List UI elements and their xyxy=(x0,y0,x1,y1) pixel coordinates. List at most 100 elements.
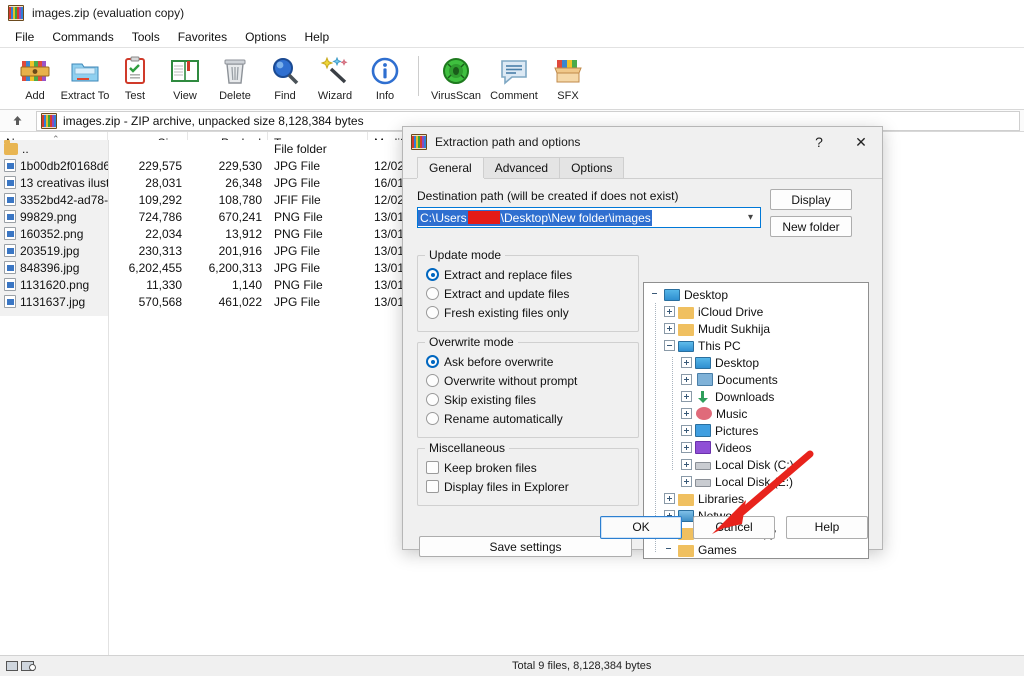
key-icon xyxy=(21,661,36,671)
tree-item-mudit-sukhija[interactable]: Mudit Sukhija xyxy=(648,320,868,337)
find-magnifier-icon xyxy=(269,55,301,87)
toolbar-button-delete[interactable]: Delete xyxy=(210,52,260,102)
toolbar-label-virusscan: VirusScan xyxy=(431,90,481,102)
destination-path-input[interactable]: C:\Users \Desktop\New folder\images ▾ xyxy=(417,207,761,228)
update-mode-title: Update mode xyxy=(425,248,506,262)
tree-item-label: Local Disk (E:) xyxy=(715,474,794,489)
expander-none-icon xyxy=(650,289,661,300)
menu-help[interactable]: Help xyxy=(295,28,338,46)
expander-plus-icon[interactable] xyxy=(664,306,675,317)
tree-item-local-disk-c[interactable]: Local Disk (C:) xyxy=(648,456,868,473)
close-icon[interactable]: ✕ xyxy=(840,127,882,157)
new-folder-button[interactable]: New folder xyxy=(770,216,852,237)
tree-item-music[interactable]: Music xyxy=(648,405,868,422)
cancel-button[interactable]: Cancel xyxy=(693,515,775,539)
tree-item-new-folder[interactable]: New folder xyxy=(648,558,868,559)
toolbar-button-test[interactable]: Test xyxy=(110,52,160,102)
toolbar-button-extract-to[interactable]: Extract To xyxy=(60,52,110,102)
tree-item-videos[interactable]: Videos xyxy=(648,439,868,456)
expander-plus-icon[interactable] xyxy=(681,391,692,402)
ok-button[interactable]: OK xyxy=(600,515,682,539)
menu-tools[interactable]: Tools xyxy=(123,28,169,46)
expander-plus-icon[interactable] xyxy=(681,408,692,419)
toolbar-button-wizard[interactable]: Wizard xyxy=(310,52,360,102)
tree-item-icloud-drive[interactable]: iCloud Drive xyxy=(648,303,868,320)
help-question-icon[interactable]: ? xyxy=(798,127,840,157)
toolbar: Add Extract To Test View Delete Find Wiz… xyxy=(0,48,1024,110)
disk-icon xyxy=(695,462,711,470)
destination-row: C:\Users \Desktop\New folder\images ▾ Di… xyxy=(417,189,868,237)
cell-name: 1131620.png xyxy=(20,277,90,292)
tree-item-label: Music xyxy=(716,406,748,421)
downloads-icon xyxy=(695,390,711,404)
expander-plus-icon[interactable] xyxy=(681,374,692,385)
expander-minus-icon[interactable] xyxy=(664,340,675,351)
toolbar-button-comment[interactable]: Comment xyxy=(485,52,543,102)
tree-item-downloads[interactable]: Downloads xyxy=(648,388,868,405)
toolbar-button-info[interactable]: Info xyxy=(360,52,410,102)
tree-item-documents[interactable]: Documents xyxy=(648,371,868,388)
expander-plus-icon[interactable] xyxy=(664,323,675,334)
menu-commands[interactable]: Commands xyxy=(43,28,122,46)
miscellaneous-title: Miscellaneous xyxy=(425,441,510,455)
toolbar-button-add[interactable]: Add xyxy=(10,52,60,102)
option-keep-broken-files[interactable]: Keep broken files xyxy=(426,459,630,476)
cell-type: PNG File xyxy=(274,209,323,224)
expander-plus-icon[interactable] xyxy=(681,425,692,436)
desktop-icon xyxy=(695,357,711,369)
dialog-footer: OK Cancel Help xyxy=(403,505,882,549)
chevron-down-icon[interactable]: ▾ xyxy=(748,212,753,223)
expander-plus-icon[interactable] xyxy=(664,493,675,504)
tree-item-pictures[interactable]: Pictures xyxy=(648,422,868,439)
toolbar-button-sfx[interactable]: SFX xyxy=(543,52,593,102)
toolbar-button-virusscan[interactable]: VirusScan xyxy=(427,52,485,102)
toolbar-button-view[interactable]: View xyxy=(160,52,210,102)
expander-plus-icon[interactable] xyxy=(681,459,692,470)
menu-file[interactable]: File xyxy=(6,28,43,46)
option-extract-and-replace-files[interactable]: Extract and replace files xyxy=(426,266,630,283)
cell-type: PNG File xyxy=(274,277,323,292)
cell-type: JPG File xyxy=(274,260,321,275)
toolbar-label-sfx: SFX xyxy=(557,90,579,102)
option-overwrite-without-prompt[interactable]: Overwrite without prompt xyxy=(426,372,630,389)
disk-icon xyxy=(695,479,711,487)
cell-size: 724,786 xyxy=(138,209,182,224)
tree-guide-line xyxy=(672,357,673,471)
file-icon xyxy=(4,295,16,308)
desktop-icon xyxy=(664,289,680,301)
menu-favorites[interactable]: Favorites xyxy=(169,28,236,46)
overwrite-mode-title: Overwrite mode xyxy=(425,335,518,349)
option-label: Keep broken files xyxy=(444,460,537,475)
cell-name: 160352.png xyxy=(20,226,84,241)
expander-plus-icon[interactable] xyxy=(681,357,692,368)
up-arrow-icon[interactable] xyxy=(4,111,30,131)
tab-general[interactable]: General xyxy=(417,157,484,178)
tree-item-desktop-pc[interactable]: Desktop xyxy=(648,354,868,371)
tree-item-local-disk-e[interactable]: Local Disk (E:) xyxy=(648,473,868,490)
menu-options[interactable]: Options xyxy=(236,28,295,46)
option-fresh-existing-files-only[interactable]: Fresh existing files only xyxy=(426,304,630,321)
delete-trash-icon xyxy=(219,55,251,87)
cell-type: JPG File xyxy=(274,294,321,309)
option-extract-and-update-files[interactable]: Extract and update files xyxy=(426,285,630,302)
tree-item-desktop[interactable]: Desktop xyxy=(648,286,868,303)
display-button[interactable]: Display xyxy=(770,189,852,210)
radio-icon xyxy=(426,412,439,425)
tab-advanced[interactable]: Advanced xyxy=(482,157,561,178)
file-icon xyxy=(4,193,16,206)
option-ask-before-overwrite[interactable]: Ask before overwrite xyxy=(426,353,630,370)
file-icon xyxy=(4,210,16,223)
expander-plus-icon[interactable] xyxy=(681,476,692,487)
cell-size: 230,313 xyxy=(138,243,182,258)
option-skip-existing-files[interactable]: Skip existing files xyxy=(426,391,630,408)
expander-plus-icon[interactable] xyxy=(681,442,692,453)
update-mode-group: Update mode Extract and replace files Ex… xyxy=(417,248,639,332)
option-label: Ask before overwrite xyxy=(444,354,554,369)
option-rename-automatically[interactable]: Rename automatically xyxy=(426,410,630,427)
tree-item-this-pc[interactable]: This PC xyxy=(648,337,868,354)
tab-options[interactable]: Options xyxy=(559,157,625,178)
option-display-files-in-explorer[interactable]: Display files in Explorer xyxy=(426,478,630,495)
help-button[interactable]: Help xyxy=(786,515,868,539)
toolbar-button-find[interactable]: Find xyxy=(260,52,310,102)
radio-icon xyxy=(426,355,439,368)
